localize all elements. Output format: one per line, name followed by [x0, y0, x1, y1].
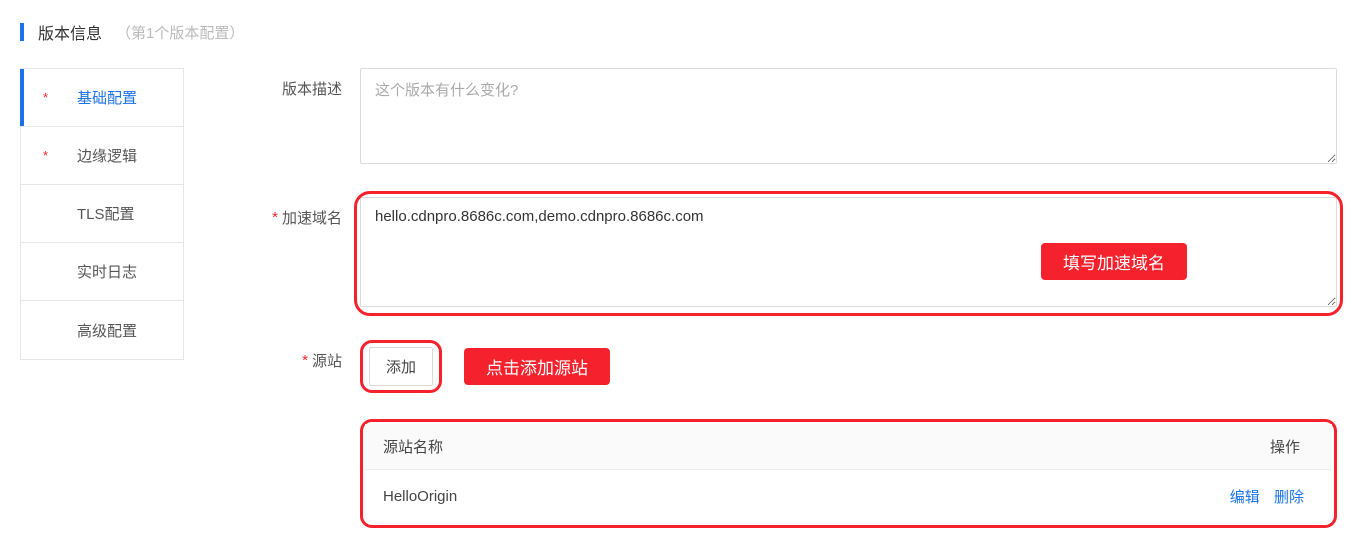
- row-domains: *加速域名 填写加速域名: [240, 197, 1337, 310]
- section-header: 版本信息 （第1个版本配置）: [20, 20, 1347, 44]
- sidebar-item-label: TLS配置: [77, 203, 135, 224]
- highlight-add-origin: 添加: [360, 340, 442, 393]
- description-input[interactable]: [360, 68, 1337, 164]
- required-marker: *: [43, 90, 48, 105]
- form-content: 版本描述 *加速域名 填写加速域名 *源站: [240, 68, 1347, 528]
- add-origin-button[interactable]: 添加: [369, 347, 433, 386]
- page-title: 版本信息: [38, 20, 102, 44]
- label-text: 加速域名: [282, 210, 342, 227]
- label-origin: *源站: [240, 340, 360, 371]
- sidebar-item-basic-config[interactable]: * 基础配置: [21, 69, 183, 127]
- label-description: 版本描述: [240, 68, 360, 99]
- domains-input[interactable]: [360, 197, 1337, 307]
- edit-link[interactable]: 编辑: [1230, 489, 1260, 506]
- callout-add-origin-hint: 点击添加源站: [464, 348, 610, 385]
- sidebar-item-tls-config[interactable]: TLS配置: [21, 185, 183, 243]
- sidebar-item-label: 高级配置: [77, 320, 137, 341]
- row-origin: *源站 添加 点击添加源站 源站名称 操作: [240, 340, 1337, 528]
- delete-link[interactable]: 删除: [1274, 489, 1304, 506]
- page-subtitle: （第1个版本配置）: [116, 22, 244, 43]
- required-marker: *: [302, 352, 308, 369]
- callout-domain-hint: 填写加速域名: [1041, 243, 1187, 280]
- header-accent-bar: [20, 23, 24, 41]
- origin-name-cell: HelloOrigin: [365, 470, 1172, 524]
- required-marker: *: [43, 148, 48, 163]
- col-origin-name: 源站名称: [365, 424, 1172, 470]
- origin-actions-cell: 编辑 删除: [1172, 470, 1332, 524]
- label-domains: *加速域名: [240, 197, 360, 228]
- row-description: 版本描述: [240, 68, 1337, 167]
- sidebar-item-edge-logic[interactable]: * 边缘逻辑: [21, 127, 183, 185]
- col-actions: 操作: [1172, 424, 1332, 470]
- sidebar-item-label: 边缘逻辑: [77, 145, 137, 166]
- sidebar-item-label: 基础配置: [77, 87, 137, 108]
- origin-table-highlight: 源站名称 操作 HelloOrigin 编辑 删除: [360, 419, 1337, 528]
- sidebar-item-realtime-log[interactable]: 实时日志: [21, 243, 183, 301]
- required-marker: *: [272, 209, 278, 226]
- sidebar-item-label: 实时日志: [77, 261, 137, 282]
- origin-table: 源站名称 操作 HelloOrigin 编辑 删除: [365, 424, 1332, 523]
- label-text: 源站: [312, 353, 342, 370]
- label-text: 版本描述: [282, 81, 342, 98]
- config-sidebar: * 基础配置 * 边缘逻辑 TLS配置 实时日志 高级配置: [20, 68, 184, 360]
- table-row: HelloOrigin 编辑 删除: [365, 470, 1332, 524]
- sidebar-item-advanced-config[interactable]: 高级配置: [21, 301, 183, 359]
